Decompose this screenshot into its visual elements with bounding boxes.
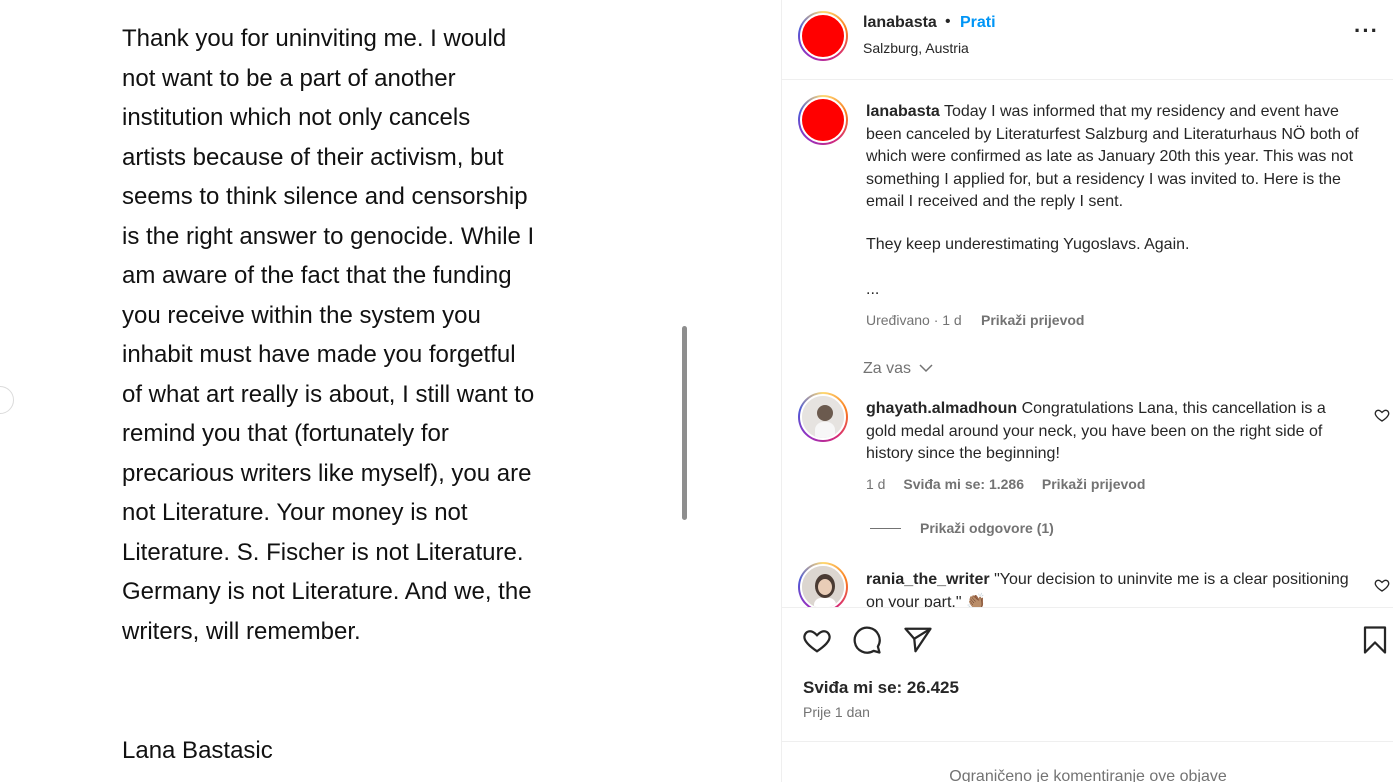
avatar[interactable]	[798, 562, 848, 607]
letter-line: of what art really is about, I still wan…	[122, 380, 535, 408]
letter-line: Thank you for uninviting me. I would	[122, 25, 507, 52]
letter-line: seems to think silence and censorship	[122, 183, 528, 210]
carousel-prev-button[interactable]	[0, 386, 14, 414]
heart-icon[interactable]	[802, 625, 832, 655]
translate-link[interactable]: Prikaži prijevod	[981, 312, 1084, 328]
translate-link[interactable]: Prikaži prijevod	[1042, 476, 1145, 492]
post-image: Thank you for uninviting me. I would not …	[0, 0, 781, 782]
chevron-down-icon[interactable]	[919, 363, 933, 373]
divider	[782, 741, 1393, 742]
post-actions: Sviđa mi se: 26.425 Prije 1 dan Ograniče…	[782, 607, 1393, 782]
letter-line: writers, will remember.	[122, 617, 361, 645]
view-replies-button[interactable]: Prikaži odgovore (1)	[920, 520, 1054, 536]
comments-list[interactable]: lanabasta Today I was informed that my r…	[782, 81, 1393, 607]
comment-username[interactable]: rania_the_writer	[866, 571, 990, 588]
letter-line: you receive within the system you	[122, 301, 481, 329]
letter-line: remind you that (fortunately for	[122, 420, 449, 447]
caption-paragraph: They keep underestimating Yugoslavs. Aga…	[866, 236, 1190, 253]
letter-signature: Lana Bastasic	[122, 737, 273, 764]
comments-limited-notice: Ograničeno je komentiranje ove objave	[949, 768, 1227, 782]
comment-meta: 1 d Sviđa mi se: 1.286 Prikaži prijevod	[866, 476, 1145, 492]
letter-line: inhabit must have made you forgetful	[122, 341, 516, 368]
image-scrollbar[interactable]	[682, 326, 687, 520]
location-link[interactable]: Salzburg, Austria	[863, 40, 969, 56]
avatar-image	[800, 394, 846, 440]
letter-line: precarious writers like myself), you are	[122, 459, 532, 487]
post-timestamp: Prije 1 dan	[803, 704, 870, 720]
avatar-image	[800, 97, 846, 143]
comment-username[interactable]: ghayath.almadhoun	[866, 400, 1017, 417]
letter-line: artists because of their activism, but	[122, 143, 504, 171]
letter-line: not Literature. Your money is not	[122, 499, 468, 526]
caption: lanabasta Today I was informed that my r…	[866, 101, 1366, 214]
avatar-image	[800, 564, 846, 607]
letter-line: not want to be a part of another	[122, 64, 456, 92]
letter-body: Thank you for uninviting me. I would not …	[122, 19, 592, 651]
bookmark-icon[interactable]	[1360, 625, 1390, 655]
comment-text: ghayath.almadhoun Congratulations Lana, …	[866, 398, 1356, 466]
caption-text: Today I was informed that my residency a…	[866, 103, 1359, 210]
post-header: lanabasta • Prati Salzburg, Austria ···	[782, 0, 1393, 80]
comments-sort-dropdown[interactable]: Za vas	[863, 360, 911, 378]
caption-meta: Uređivano · 1 d	[866, 312, 962, 328]
avatar[interactable]	[798, 11, 848, 61]
replies-divider	[870, 528, 901, 529]
follow-button[interactable]: Prati	[960, 14, 996, 32]
post-panel: lanabasta • Prati Salzburg, Austria ··· …	[781, 0, 1393, 782]
more-options-icon[interactable]: ···	[1354, 18, 1379, 44]
letter-line: Germany is not Literature. And we, the	[122, 578, 532, 605]
letter-line: is the right answer to genocide. While I	[122, 222, 535, 250]
username-link[interactable]: lanabasta	[863, 14, 937, 32]
heart-icon[interactable]	[1374, 577, 1390, 593]
caption-ellipsis: ...	[866, 281, 880, 298]
caption-username[interactable]: lanabasta	[866, 103, 940, 120]
share-icon[interactable]	[903, 625, 933, 655]
avatar[interactable]	[798, 95, 848, 145]
letter-line: Literature. S. Fischer is not Literature…	[122, 538, 524, 566]
letter-line: am aware of the fact that the funding	[122, 262, 512, 289]
avatar-image	[800, 13, 846, 59]
comment-time: 1 d	[866, 476, 886, 492]
avatar[interactable]	[798, 392, 848, 442]
likes-count[interactable]: Sviđa mi se: 26.425	[803, 678, 959, 698]
heart-icon[interactable]	[1374, 407, 1390, 423]
comment-text: rania_the_writer "Your decision to uninv…	[866, 569, 1356, 607]
letter-line: institution which not only cancels	[122, 104, 471, 131]
comment-likes[interactable]: Sviđa mi se: 1.286	[903, 476, 1024, 492]
separator-dot: •	[945, 13, 951, 30]
comment-icon[interactable]	[852, 625, 882, 655]
